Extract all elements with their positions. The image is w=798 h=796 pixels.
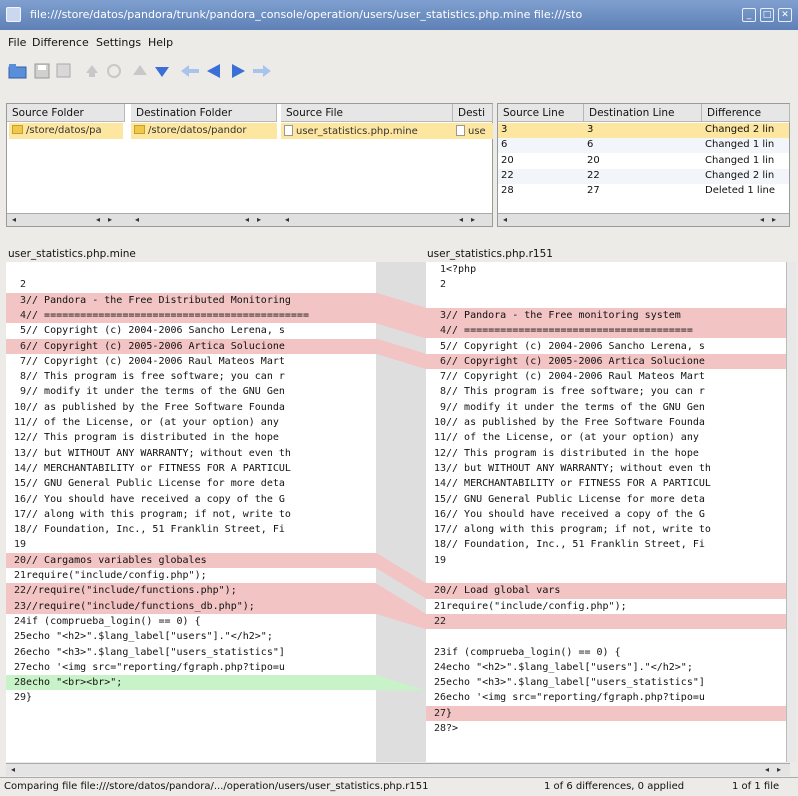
code-line: 23if (comprueba_login() == 0) {	[426, 645, 786, 660]
line-number: 18	[433, 539, 446, 551]
line-text: echo '<img src="reporting/fgraph.php?tip…	[446, 692, 705, 704]
code-line: 24echo "<h2>".$lang_label["users"]."</h2…	[426, 660, 786, 675]
line-number: 14	[433, 478, 446, 490]
line-text: // Copyright (c) 2004-2006 Raul Mateos M…	[446, 371, 705, 383]
line-number: 5	[439, 340, 446, 352]
line-number: 22	[433, 615, 446, 627]
line-text: // You should have received a copy of th…	[446, 508, 705, 520]
line-text: // Pandora - the Free monitoring system	[446, 309, 681, 321]
line-number: 7	[439, 371, 446, 383]
code-line: 11// of the License, or (at your option)…	[426, 430, 786, 445]
line-text: require("include/config.php");	[446, 600, 627, 612]
code-line: 10// as published by the Free Software F…	[426, 415, 786, 430]
code-line: 20// Load global vars	[426, 583, 786, 599]
line-number: 16	[433, 508, 446, 520]
line-text: // as published by the Free Software Fou…	[446, 417, 705, 428]
code-line: 12// This program is distributed in the …	[426, 446, 786, 461]
code-line: 4// ====================================…	[426, 323, 786, 339]
line-text: // but WITHOUT ANY WARRANTY; without eve…	[446, 462, 711, 474]
line-text: // GNU General Public License for more d…	[446, 493, 705, 505]
line-number: 13	[433, 462, 446, 474]
status-count: 1 of 6 differences, 0 applied	[544, 781, 685, 792]
line-number: 2	[439, 279, 446, 291]
line-number: 21	[433, 600, 446, 612]
code-line: 6// Copyright (c) 2005-2006 Artica Soluc…	[426, 353, 786, 370]
line-text: <?php	[446, 264, 477, 275]
line-number: 24	[433, 661, 446, 673]
line-number: 10	[433, 417, 446, 428]
line-text: // MERCHANTABILITY or FITNESS FOR A PART…	[446, 478, 711, 490]
line-number: 19	[433, 554, 446, 566]
code-line: 16// You should have received a copy of …	[426, 507, 786, 522]
line-number: 15	[433, 493, 446, 505]
line-text: // along with this program; if not, writ…	[446, 524, 711, 536]
line-text: }	[446, 707, 453, 719]
code-line: 8// This program is free software; you c…	[426, 384, 786, 399]
line-text: // Load global vars	[446, 585, 561, 597]
status-bar: Comparing file file:///store/datos/pando…	[0, 777, 798, 796]
code-line: 13// but WITHOUT ANY WARRANTY; without e…	[426, 461, 786, 476]
line-text: // Foundation, Inc., 51 Franklin Street,…	[446, 539, 705, 551]
line-number: 25	[433, 677, 446, 689]
code-line: 5// Copyright (c) 2004-2006 Sancho Leren…	[426, 339, 786, 354]
line-number: 27	[433, 707, 446, 719]
code-line: 15// GNU General Public License for more…	[426, 492, 786, 507]
code-line: 14// MERCHANTABILITY or FITNESS FOR A PA…	[426, 476, 786, 491]
line-text: // Copyright (c) 2005-2006 Artica Soluci…	[446, 355, 705, 367]
code-line: 19	[426, 553, 786, 568]
code-line: 9// modify it under the terms of the GNU…	[426, 400, 786, 415]
line-number: 23	[433, 646, 446, 658]
line-number: 8	[439, 386, 446, 398]
line-text: // Copyright (c) 2004-2006 Sancho Lerena…	[446, 340, 705, 352]
line-text: ?>	[446, 723, 459, 734]
line-text: if (comprueba_login() == 0) {	[446, 646, 621, 658]
line-text: // modify it under the terms of the GNU …	[446, 401, 705, 413]
line-text: // This program is distributed in the ho…	[446, 447, 699, 459]
code-line: 2	[426, 277, 786, 292]
line-number: 20	[433, 585, 446, 597]
line-text: echo "<h3>".$lang_label["users_statistic…	[446, 677, 705, 689]
code-horizontal-scrollbar[interactable]: ◂ ◂ ▸	[6, 763, 790, 776]
line-number: 3	[439, 309, 446, 321]
diff-connector	[376, 338, 426, 370]
vertical-scrollbar[interactable]	[786, 262, 796, 762]
line-text: // of the License, or (at your option) a…	[446, 432, 699, 444]
status-file: Comparing file file:///store/datos/pando…	[4, 781, 429, 792]
code-line: 17// along with this program; if not, wr…	[426, 522, 786, 537]
code-line: 1<?php	[426, 262, 786, 277]
code-line: 27}	[426, 705, 786, 721]
code-line: 3// Pandora - the Free monitoring system	[426, 307, 786, 324]
diff-connector	[376, 675, 426, 691]
line-number: 9	[439, 401, 446, 413]
code-line: 25echo "<h3>".$lang_label["users_statist…	[426, 675, 786, 690]
status-files: 1 of 1 file	[732, 781, 780, 792]
line-number: 1	[439, 264, 446, 275]
line-number: 26	[433, 692, 446, 704]
line-number: 4	[439, 325, 446, 337]
right-code-view[interactable]: 1<?php 2 3// Pandora - the Free monitoring…	[426, 262, 786, 762]
code-line: 18// Foundation, Inc., 51 Franklin Stree…	[426, 537, 786, 552]
code-line: 21require("include/config.php");	[426, 599, 786, 614]
diff-connector	[376, 292, 426, 339]
line-number: 17	[433, 524, 446, 536]
line-number: 11	[433, 432, 446, 444]
line-text: // This program is free software; you ca…	[446, 386, 705, 398]
line-text: echo "<h2>".$lang_label["users"]."</h2>"…	[446, 661, 693, 673]
code-line: 7// Copyright (c) 2004-2006 Raul Mateos …	[426, 369, 786, 384]
line-number: 28	[433, 723, 446, 734]
code-line: 22	[426, 613, 786, 630]
code-line: 28?>	[426, 721, 786, 736]
line-text: // =====================================…	[446, 325, 693, 337]
line-number: 6	[439, 355, 446, 367]
code-line: 26echo '<img src="reporting/fgraph.php?t…	[426, 690, 786, 705]
line-number: 12	[433, 447, 446, 459]
